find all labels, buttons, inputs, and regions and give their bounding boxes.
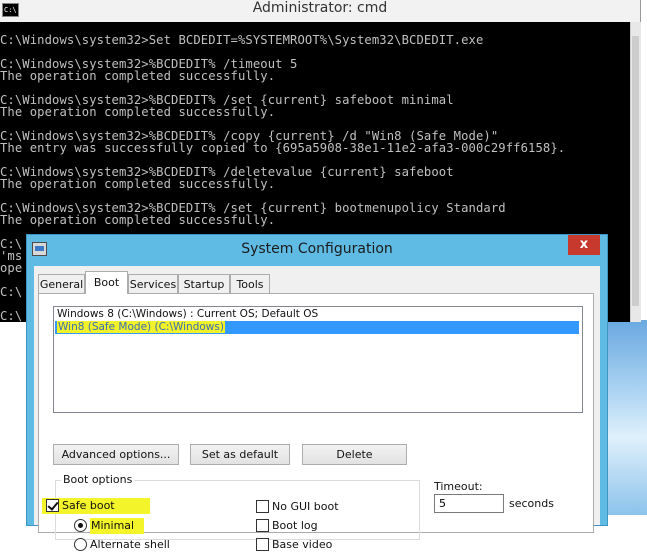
os-entry[interactable]: Windows 8 (C:\Windows) : Current OS; Def…	[55, 308, 579, 321]
cmd-output-line: The operation completed successfully.	[0, 213, 276, 227]
cmd-output-line: The operation completed successfully.	[0, 105, 276, 119]
checkbox-empty-icon	[256, 519, 269, 532]
safe-boot-checkbox[interactable]: Safe boot	[42, 498, 150, 514]
no-gui-boot-label: No GUI boot	[272, 500, 339, 513]
dialog-titlebar[interactable]: System Configuration x	[27, 235, 607, 263]
cmd-scrollbar[interactable]	[630, 22, 641, 322]
tab-services[interactable]: Services	[128, 274, 178, 293]
alternate-shell-label: Alternate shell	[90, 538, 170, 551]
boot-log-checkbox[interactable]: Boot log	[256, 518, 356, 534]
checkbox-checked-icon	[46, 499, 59, 512]
radio-selected-icon	[74, 519, 87, 532]
safe-boot-label: Safe boot	[62, 499, 115, 512]
system-configuration-dialog: System Configuration x General Boot Serv…	[26, 234, 608, 551]
dialog-title: System Configuration	[241, 241, 393, 257]
timeout-unit-label: seconds	[509, 497, 554, 510]
tab-startup[interactable]: Startup	[178, 274, 230, 293]
timeout-label: Timeout:	[434, 480, 483, 493]
dialog-client-area: General Boot Services Startup Tools Wind…	[34, 266, 600, 551]
minimal-radio[interactable]: Minimal	[74, 518, 145, 534]
advanced-options-button[interactable]: Advanced options...	[53, 444, 179, 465]
timeout-input[interactable]: 5	[434, 494, 504, 513]
checkbox-empty-icon	[256, 500, 269, 513]
delete-button[interactable]: Delete	[302, 444, 407, 465]
boot-options-legend: Boot options	[61, 473, 135, 486]
set-as-default-button[interactable]: Set as default	[190, 444, 290, 465]
tab-general[interactable]: General	[38, 274, 85, 293]
checkbox-empty-icon	[256, 538, 269, 551]
cmd-output-line: The entry was successfully copied to {69…	[0, 141, 566, 155]
os-entry-label: Win8 (Safe Mode) (C:\Windows)	[57, 321, 225, 333]
alternate-shell-radio[interactable]: Alternate shell	[74, 537, 184, 553]
base-video-checkbox[interactable]: Base video	[256, 537, 356, 553]
close-button[interactable]: x	[568, 235, 600, 255]
boot-log-label: Boot log	[272, 519, 318, 532]
cmd-titlebar[interactable]: C:\ Administrator: cmd	[0, 0, 640, 22]
tab-tools[interactable]: Tools	[230, 274, 270, 293]
boot-tab-panel: Windows 8 (C:\Windows) : Current OS; Def…	[38, 293, 594, 540]
base-video-label: Base video	[272, 538, 333, 551]
no-gui-boot-checkbox[interactable]: No GUI boot	[256, 499, 356, 515]
cmd-output-line: The operation completed successfully.	[0, 69, 276, 83]
minimal-label: Minimal	[90, 518, 145, 534]
cmd-output-line: C:\Windows\system32>Set BCDEDIT=%SYSTEMR…	[0, 33, 484, 47]
os-entry-label: Windows 8 (C:\Windows) : Current OS; Def…	[57, 308, 319, 320]
tab-boot[interactable]: Boot	[85, 271, 128, 294]
os-entry-selected[interactable]: Win8 (Safe Mode) (C:\Windows)	[55, 321, 579, 334]
cmd-window-title: Administrator: cmd	[252, 0, 388, 16]
cmd-output-line: The operation completed successfully.	[0, 177, 276, 191]
cmd-scrollbar-thumb[interactable]	[632, 36, 639, 306]
os-entry-list[interactable]: Windows 8 (C:\Windows) : Current OS; Def…	[53, 306, 583, 413]
radio-empty-icon	[74, 538, 87, 551]
